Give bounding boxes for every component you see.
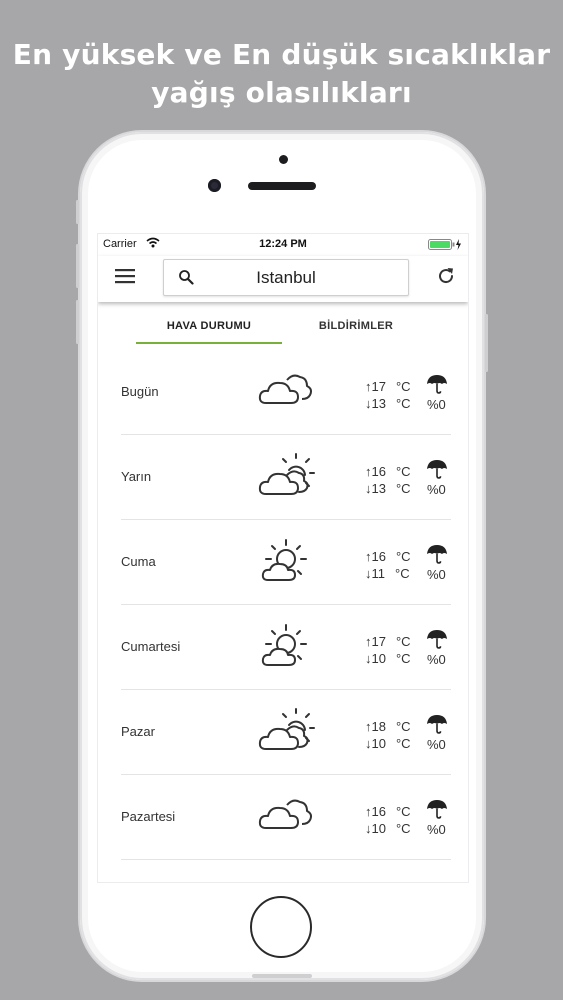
umbrella-icon — [427, 715, 447, 734]
forecast-row[interactable]: Pazartesi ↑16 °C ↓10 °C %0 — [121, 775, 451, 860]
high-temp-value: ↑17 — [365, 379, 386, 394]
high-temp: ↑16 °C — [365, 549, 414, 564]
refresh-icon[interactable] — [436, 266, 456, 286]
rain-probability: %0 — [427, 397, 446, 412]
battery-charging-icon — [428, 239, 461, 250]
status-bar: Carrier 12:24 PM — [98, 234, 468, 256]
temp-unit: °C — [395, 396, 411, 411]
low-temp: ↓11 °C — [365, 566, 413, 581]
temp-unit: °C — [395, 379, 411, 394]
sun-behind-cloud-icon — [257, 538, 317, 584]
rain-probability: %0 — [427, 822, 446, 837]
cloudy-icon — [257, 793, 317, 839]
forecast-row[interactable]: Bugün ↑17 °C ↓13 °C %0 — [121, 350, 451, 435]
city-name: Istanbul — [256, 268, 316, 287]
app-toolbar: Istanbul — [98, 256, 468, 302]
proximity-sensor — [279, 155, 288, 164]
phone-bottom-edge — [252, 974, 312, 978]
high-temp: ↑17 °C — [365, 379, 414, 394]
promo-headline: En yüksek ve En düşük sıcaklıklar yağış … — [0, 36, 563, 112]
rain-probability: %0 — [427, 567, 446, 582]
volume-down-button — [76, 300, 79, 344]
umbrella-icon — [427, 460, 447, 479]
temp-unit: °C — [395, 634, 411, 649]
temp-unit: °C — [395, 549, 411, 564]
temp-unit: °C — [395, 464, 411, 479]
umbrella-icon — [427, 375, 447, 394]
low-temp-value: ↓13 — [365, 481, 386, 496]
high-temp-value: ↑16 — [365, 464, 386, 479]
low-temp-value: ↓10 — [365, 821, 386, 836]
promo-line-1: En yüksek ve En düşük sıcaklıklar — [12, 38, 551, 71]
low-temp-value: ↓10 — [365, 736, 386, 751]
forecast-list: Bugün ↑17 °C ↓13 °C %0 Yarın ↑16 °C ↓13 °C %0 Cuma ↑1… — [121, 350, 451, 860]
power-button — [485, 314, 488, 372]
tab-bar: HAVA DURUMU BİLDİRİMLER — [98, 314, 468, 344]
rain-probability: %0 — [427, 652, 446, 667]
temp-unit: °C — [395, 736, 411, 751]
high-temp: ↑16 °C — [365, 804, 414, 819]
low-temp: ↓13 °C — [365, 396, 414, 411]
umbrella-icon — [427, 545, 447, 564]
cloudy-icon — [257, 368, 317, 414]
high-temp-value: ↑16 — [365, 549, 386, 564]
promo-line-2: yağış olasılıkları — [151, 76, 412, 109]
umbrella-icon — [427, 630, 447, 649]
earpiece-speaker — [248, 182, 316, 190]
tab-hava-durumu[interactable]: HAVA DURUMU — [136, 320, 282, 332]
low-temp: ↓10 °C — [365, 821, 414, 836]
forecast-row[interactable]: Pazar ↑18 °C ↓10 °C %0 — [121, 690, 451, 775]
forecast-row[interactable]: Cuma ↑16 °C ↓11 °C %0 — [121, 520, 451, 605]
low-temp-value: ↓10 — [365, 651, 386, 666]
app-screen: Carrier 12:24 PM Istanbul HAVA DURUMU Bİ… — [98, 234, 468, 882]
low-temp-value: ↓13 — [365, 396, 386, 411]
low-temp: ↓13 °C — [365, 481, 414, 496]
low-temp: ↓10 °C — [365, 651, 414, 666]
high-temp-value: ↑17 — [365, 634, 386, 649]
high-temp: ↑17 °C — [365, 634, 414, 649]
temp-unit: °C — [395, 821, 411, 836]
high-temp: ↑18 °C — [365, 719, 414, 734]
temp-unit: °C — [395, 804, 411, 819]
high-temp-value: ↑18 — [365, 719, 386, 734]
low-temp-value: ↓11 — [365, 566, 385, 581]
front-camera-icon — [208, 179, 221, 192]
high-temp-value: ↑16 — [365, 804, 386, 819]
mute-switch — [76, 200, 79, 224]
phone-frame: Carrier 12:24 PM Istanbul HAVA DURUMU Bİ… — [76, 132, 488, 980]
volume-up-button — [76, 244, 79, 288]
forecast-day: Pazar — [121, 724, 155, 739]
home-button[interactable] — [250, 896, 312, 958]
active-tab-indicator — [136, 342, 282, 344]
forecast-day: Cuma — [121, 554, 156, 569]
forecast-day: Yarın — [121, 469, 152, 484]
rain-probability: %0 — [427, 482, 446, 497]
city-search-box[interactable]: Istanbul — [163, 259, 409, 296]
forecast-day: Cumartesi — [121, 639, 181, 654]
hamburger-menu-icon[interactable] — [115, 268, 135, 284]
umbrella-icon — [427, 800, 447, 819]
forecast-row[interactable]: Yarın ↑16 °C ↓13 °C %0 — [121, 435, 451, 520]
forecast-day: Pazartesi — [121, 809, 176, 824]
temp-unit: °C — [395, 481, 411, 496]
temp-unit: °C — [395, 651, 411, 666]
forecast-day: Bugün — [121, 384, 159, 399]
tab-bildirimler[interactable]: BİLDİRİMLER — [286, 320, 426, 332]
status-time: 12:24 PM — [259, 238, 307, 250]
partly-cloudy-icon — [257, 708, 317, 754]
rain-probability: %0 — [427, 737, 446, 752]
forecast-row[interactable]: Cumartesi ↑17 °C ↓10 °C %0 — [121, 605, 451, 690]
temp-unit: °C — [395, 566, 410, 581]
high-temp: ↑16 °C — [365, 464, 414, 479]
partly-cloudy-icon — [257, 453, 317, 499]
sun-behind-cloud-icon — [257, 623, 317, 669]
temp-unit: °C — [395, 719, 411, 734]
low-temp: ↓10 °C — [365, 736, 414, 751]
